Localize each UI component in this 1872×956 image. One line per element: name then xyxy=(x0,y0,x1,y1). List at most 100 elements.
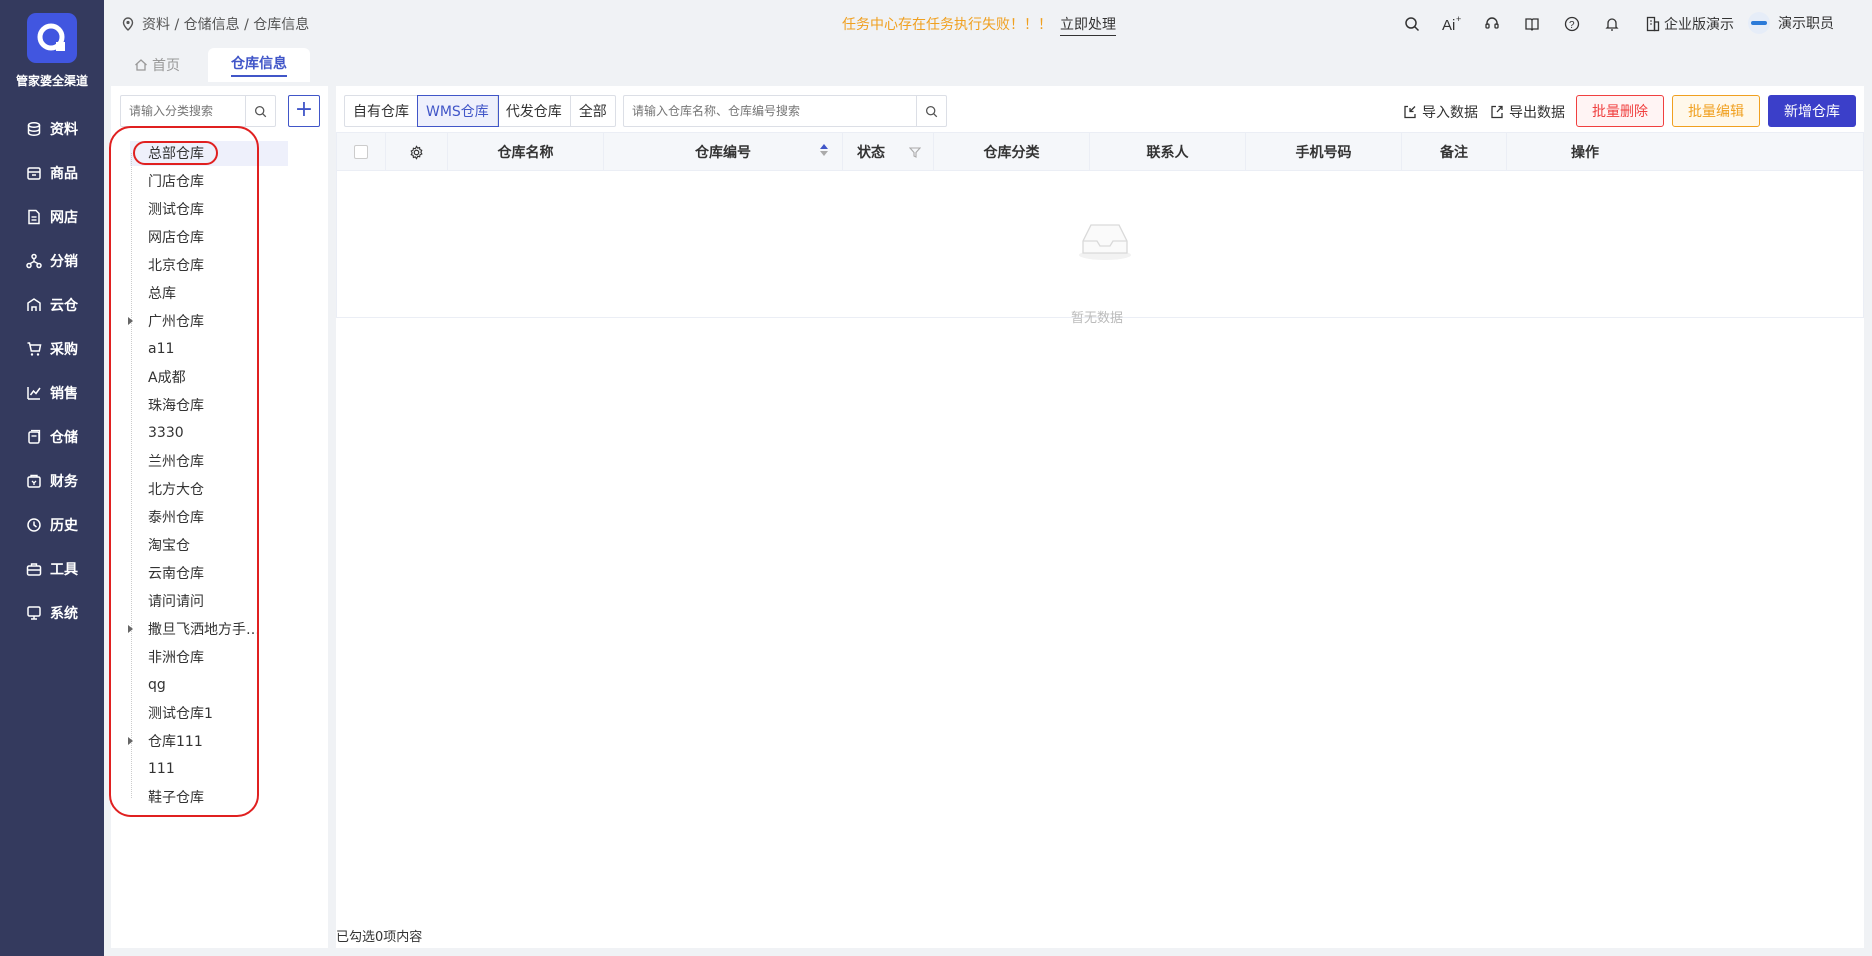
user-name: 演示职员 xyxy=(1778,16,1834,32)
sidebar-item-label: 分销 xyxy=(50,254,78,270)
user-menu[interactable]: 演示职员 xyxy=(1748,12,1834,34)
column-warehouse-category[interactable]: 仓库分类 xyxy=(934,133,1090,171)
enterprise-switch[interactable]: 企业版演示 xyxy=(1646,14,1734,34)
category-search xyxy=(120,95,276,127)
book-icon[interactable] xyxy=(1522,14,1542,34)
sidebar-item-5[interactable]: 采购 xyxy=(26,332,104,366)
empty-text: 暂无数据 xyxy=(1070,311,1123,326)
search-icon[interactable] xyxy=(1402,14,1422,34)
location-icon xyxy=(122,17,134,31)
column-status[interactable]: 状态 xyxy=(843,133,934,171)
top-bar: 资料 / 仓储信息 / 仓库信息 任务中心存在任务执行失败！！！ 立即处理 Ai… xyxy=(104,0,1872,48)
storage-icon xyxy=(28,429,41,444)
search-icon xyxy=(254,105,267,117)
category-search-input[interactable] xyxy=(121,96,245,126)
add-category-button[interactable]: + xyxy=(288,95,320,127)
history-icon xyxy=(27,518,41,532)
sidebar: 管家婆全渠道 资料商品网店分销云仓采购销售仓储财务历史工具系统 xyxy=(0,0,104,956)
app-logo[interactable] xyxy=(27,13,77,63)
table-header: 仓库名称 仓库编号 状态 仓库分类 联系人 手机号码 备注 操作 xyxy=(337,133,1863,171)
cart-icon xyxy=(27,342,42,356)
add-warehouse-button[interactable]: 新增仓库 xyxy=(1768,95,1856,127)
annotation-circle-tree xyxy=(109,126,259,817)
customer-service-icon[interactable] xyxy=(1482,14,1502,34)
column-phone[interactable]: 手机号码 xyxy=(1246,133,1402,171)
batch-edit-button[interactable]: 批量编辑 xyxy=(1672,95,1760,127)
column-warehouse-name[interactable]: 仓库名称 xyxy=(448,133,604,171)
filter-option-1[interactable]: WMS仓库 xyxy=(417,95,499,127)
building-icon xyxy=(1646,16,1660,32)
search-icon xyxy=(925,105,938,117)
export-data-link[interactable]: 导出数据 xyxy=(1490,102,1565,122)
sidebar-item-label: 云仓 xyxy=(50,298,78,314)
column-remark[interactable]: 备注 xyxy=(1402,133,1507,171)
svg-text:Ai: Ai xyxy=(1442,17,1455,33)
sidebar-item-1[interactable]: 商品 xyxy=(26,156,104,190)
select-all-cell xyxy=(337,133,386,171)
filter-option-2[interactable]: 代发仓库 xyxy=(498,96,571,126)
sidebar-item-0[interactable]: 资料 xyxy=(26,112,104,146)
filter-option-0[interactable]: 自有仓库 xyxy=(345,96,418,126)
sidebar-item-3[interactable]: 分销 xyxy=(26,244,104,278)
toolbox-icon xyxy=(26,563,42,576)
filter-option-3[interactable]: 全部 xyxy=(571,96,615,126)
sidebar-item-9[interactable]: 历史 xyxy=(26,508,104,542)
column-actions: 操作 xyxy=(1571,145,1599,161)
tab-bar: 首页 仓库信息 xyxy=(104,48,1872,82)
svg-text:+: + xyxy=(1456,15,1461,24)
sidebar-item-2[interactable]: 网店 xyxy=(26,200,104,234)
column-contact[interactable]: 联系人 xyxy=(1090,133,1246,171)
warehouse-search-button[interactable] xyxy=(916,96,946,126)
export-data-label: 导出数据 xyxy=(1509,105,1565,121)
import-data-label: 导入数据 xyxy=(1422,105,1478,121)
import-icon xyxy=(1404,105,1416,119)
warehouse-search-input[interactable] xyxy=(624,96,914,126)
column-status-label: 状态 xyxy=(857,145,885,161)
sidebar-item-label: 商品 xyxy=(50,166,78,182)
gear-icon[interactable] xyxy=(409,144,424,160)
sidebar-item-6[interactable]: 销售 xyxy=(26,376,104,410)
app-name: 管家婆全渠道 xyxy=(15,74,88,88)
bell-icon[interactable] xyxy=(1602,14,1622,34)
filter-icon[interactable] xyxy=(909,147,921,158)
sidebar-item-8[interactable]: 财务 xyxy=(26,464,104,498)
warehouse-type-filter: 自有仓库 WMS仓库 代发仓库 全部 xyxy=(344,95,616,127)
sidebar-item-label: 系统 xyxy=(50,606,78,622)
batch-delete-button[interactable]: 批量删除 xyxy=(1576,95,1664,127)
notice-action-link[interactable]: 立即处理 xyxy=(1060,14,1116,36)
chart-icon xyxy=(27,387,41,400)
ai-icon[interactable]: Ai + xyxy=(1442,14,1462,34)
sidebar-item-label: 销售 xyxy=(50,386,78,402)
monitor-icon xyxy=(27,606,41,620)
breadcrumb: 资料 / 仓储信息 / 仓库信息 xyxy=(122,14,309,34)
network-icon xyxy=(26,253,42,269)
sidebar-item-7[interactable]: 仓储 xyxy=(26,420,104,454)
sidebar-item-label: 采购 xyxy=(50,342,78,358)
tab-home[interactable]: 首页 xyxy=(134,48,180,82)
wallet-icon xyxy=(27,474,41,488)
empty-box-icon xyxy=(1079,224,1131,260)
help-icon[interactable]: ? xyxy=(1562,14,1582,34)
sidebar-item-4[interactable]: 云仓 xyxy=(26,288,104,322)
select-all-checkbox[interactable] xyxy=(354,145,368,159)
warehouse-search xyxy=(623,95,947,127)
category-search-button[interactable] xyxy=(245,96,275,126)
column-settings-cell xyxy=(386,133,448,171)
tab-warehouse-info[interactable]: 仓库信息 xyxy=(208,48,310,82)
breadcrumb-text: 资料 / 仓储信息 / 仓库信息 xyxy=(142,17,310,33)
tab-warehouse-info-label: 仓库信息 xyxy=(231,53,287,77)
sidebar-item-label: 工具 xyxy=(50,562,78,578)
column-warehouse-code[interactable]: 仓库编号 xyxy=(604,133,843,171)
export-icon xyxy=(1491,105,1503,119)
sidebar-item-label: 历史 xyxy=(50,518,78,534)
cloud-warehouse-icon xyxy=(27,298,41,311)
sidebar-item-11[interactable]: 系统 xyxy=(26,596,104,630)
box-icon xyxy=(27,167,41,180)
document-icon xyxy=(28,209,40,225)
avatar xyxy=(1748,12,1770,34)
sidebar-item-10[interactable]: 工具 xyxy=(26,552,104,586)
warehouse-table: 仓库名称 仓库编号 状态 仓库分类 联系人 手机号码 备注 操作 暂无数据 xyxy=(336,132,1864,326)
sort-icon[interactable] xyxy=(820,144,828,156)
enterprise-label: 企业版演示 xyxy=(1664,17,1734,33)
import-data-link[interactable]: 导入数据 xyxy=(1403,102,1478,122)
